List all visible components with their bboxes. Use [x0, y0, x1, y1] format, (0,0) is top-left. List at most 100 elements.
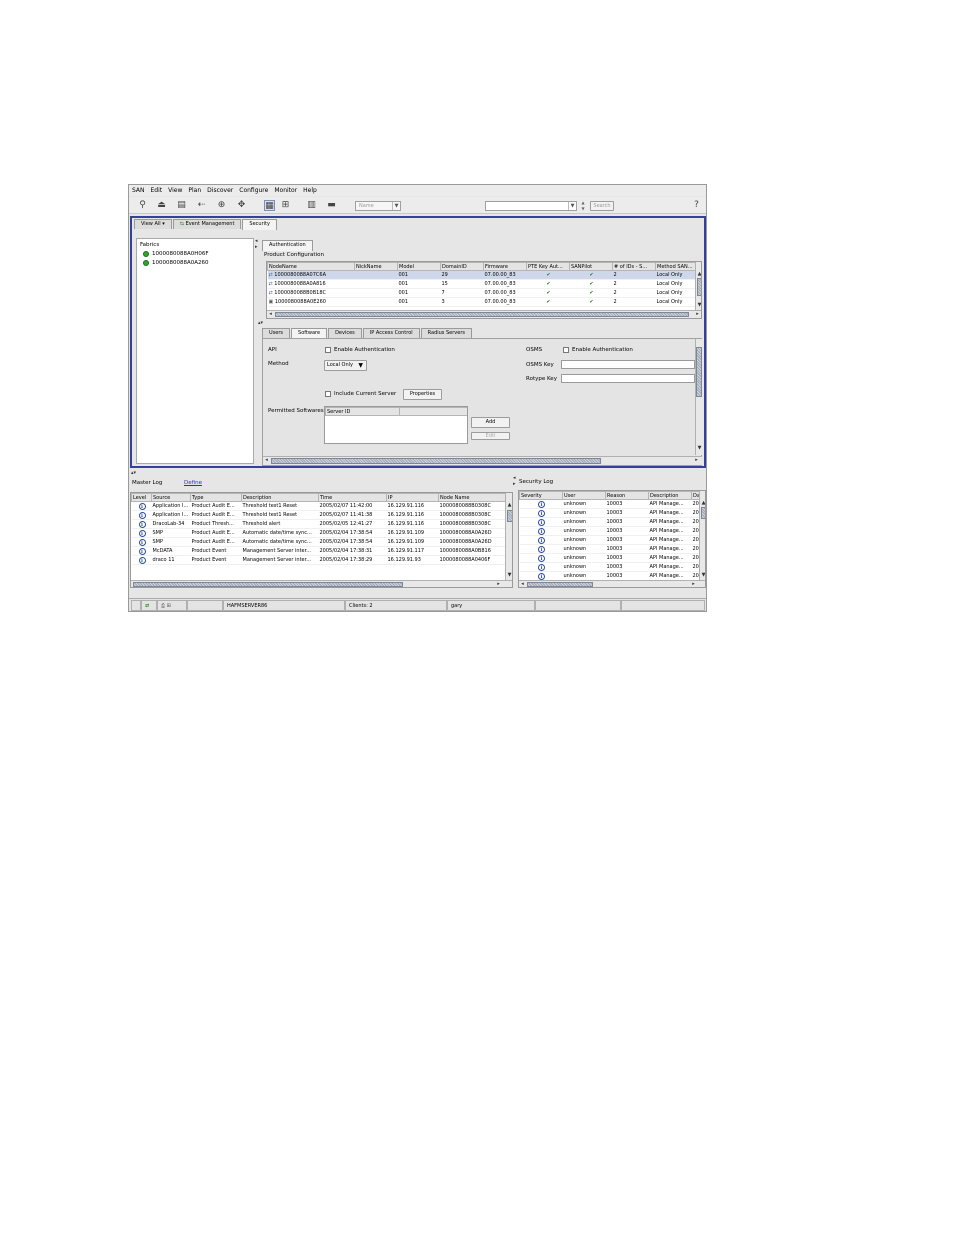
scrollbar-thumb[interactable] [696, 347, 702, 397]
properties-button[interactable]: Properties [403, 389, 442, 400]
table-row[interactable]: ⇄ 1000080088A0A816 001 15 07.00.00_83 ✔ … [267, 279, 696, 289]
menu-san[interactable]: SAN [132, 185, 145, 196]
column-header[interactable]: Description [241, 493, 319, 502]
table-row[interactable]: ▣ 1000080088A0E260 001 3 07.00.00_83 ✔ ✔… [267, 297, 696, 307]
vertical-scrollbar[interactable]: ▲ ▼ [505, 493, 512, 580]
search-input[interactable]: ▼ [485, 201, 577, 211]
table-row[interactable]: i unknown 10003 API Manage... 20 [519, 553, 700, 563]
horizontal-scrollbar[interactable]: ▸ [131, 580, 512, 587]
arrow-up-icon[interactable]: ▲ [506, 502, 512, 509]
table-row[interactable]: i SMP Product Audit E... Automatic date/… [131, 537, 507, 547]
column-header[interactable]: Method SAN... [655, 262, 696, 271]
column-header[interactable]: PTE Key Aut... [526, 262, 570, 271]
fabric-item[interactable]: 1000080088A0A260 [143, 260, 209, 266]
column-header[interactable]: DomainID [440, 262, 484, 271]
arrow-down-icon[interactable]: ▼ [696, 445, 703, 452]
tab-authentication[interactable]: Authentication [262, 240, 313, 251]
include-server-checkbox[interactable] [325, 391, 331, 397]
scrollbar-thumb[interactable] [527, 582, 593, 587]
column-header[interactable]: Firmware [483, 262, 527, 271]
add-button[interactable]: Add [471, 417, 510, 428]
table-row[interactable]: i DracoLab-34 Product Thresh... Threshol… [131, 519, 507, 529]
arrow-down-icon[interactable]: ▼ [700, 572, 705, 579]
column-header[interactable]: Reason [605, 491, 649, 500]
scrollbar-thumb[interactable] [507, 510, 512, 522]
tree-view-icon[interactable]: ⊞ [280, 200, 291, 211]
column-header[interactable]: Type [190, 493, 242, 502]
server-icon[interactable]: ▥ [306, 200, 317, 211]
arrow-right-icon[interactable]: ▸ [690, 581, 697, 587]
move-icon[interactable]: ✥ [236, 200, 247, 211]
horizontal-scrollbar[interactable]: ◂ ▸ [263, 456, 702, 465]
table-row[interactable]: i draco 11 Product Event Management Serv… [131, 555, 507, 565]
help-icon[interactable]: ? [691, 200, 702, 211]
menu-edit[interactable]: Edit [151, 185, 163, 196]
tab-security[interactable]: Security [242, 219, 277, 230]
zoom-icon[interactable]: ⊕ [216, 200, 227, 211]
search-button[interactable]: Search [590, 201, 614, 211]
api-enable-checkbox[interactable] [325, 347, 331, 353]
arrow-up-icon[interactable]: ▲ [700, 500, 705, 507]
osms-key-field[interactable] [561, 360, 695, 369]
tab-users[interactable]: Users [262, 328, 291, 338]
column-header[interactable]: Severity [519, 491, 563, 500]
table-row[interactable]: i unknown 10003 API Manage... 20 [519, 517, 700, 527]
arrow-left-icon[interactable]: ◂ [519, 581, 526, 587]
column-header[interactable]: SANPilot [569, 262, 613, 271]
arrow-down-icon[interactable]: ▼ [506, 572, 512, 579]
scrollbar-thumb[interactable] [271, 458, 601, 464]
rotype-key-field[interactable] [561, 374, 695, 383]
arrow-up-icon[interactable]: ▲ [696, 271, 701, 278]
device-icon[interactable]: ▬ [326, 200, 337, 211]
column-header[interactable]: User [562, 491, 606, 500]
scrollbar-thumb[interactable] [275, 312, 689, 317]
column-header[interactable]: Server ID [325, 407, 400, 416]
table-row[interactable]: i unknown 10003 API Manage... 20 [519, 499, 700, 509]
arrow-left-icon[interactable]: ◂ [263, 457, 270, 464]
table-row[interactable]: i unknown 10003 API Manage... 20 [519, 535, 700, 545]
table-view-icon[interactable]: ▦ [264, 200, 275, 211]
splitter-arrows-icon[interactable]: ◂ ▸ [513, 475, 516, 487]
table-row[interactable]: ⇄ 1000080088A07C6A 001 29 07.00.00_83 ✔ … [267, 270, 696, 280]
network-icon[interactable]: ⊞ [167, 603, 171, 609]
spinner-icon[interactable]: ▲ ▼ [580, 200, 586, 212]
discover-icon[interactable]: ⚲ [137, 200, 148, 211]
column-header[interactable]: NickName [354, 262, 398, 271]
menu-help[interactable]: Help [303, 185, 317, 196]
vertical-scrollbar[interactable]: ▲ ▼ [695, 262, 701, 310]
table-row[interactable]: i unknown 10003 API Manage... 20 [519, 526, 700, 536]
name-combo[interactable]: Name ▼ [355, 201, 401, 211]
method-select[interactable]: Local Only ▼ [324, 360, 367, 371]
table-row[interactable]: i unknown 10003 API Manage... 20 [519, 562, 700, 572]
arrow-right-icon[interactable]: ▸ [495, 581, 502, 587]
import-icon[interactable]: ⏏ [156, 200, 167, 211]
splitter-arrows-icon[interactable]: ▴▾ [258, 320, 263, 326]
scrollbar-thumb[interactable] [133, 582, 403, 587]
table-row[interactable]: ⇄ 1000080088B0B18C 001 7 07.00.00_83 ✔ ✔… [267, 288, 696, 298]
define-link[interactable]: Define [184, 480, 202, 486]
column-header[interactable]: Level [131, 493, 152, 502]
column-header[interactable]: Source [151, 493, 191, 502]
vertical-scrollbar[interactable]: ▼ [695, 339, 702, 455]
column-header[interactable]: Time [318, 493, 387, 502]
scrollbar-thumb[interactable] [701, 507, 705, 519]
horizontal-scrollbar[interactable]: ◂ ▸ [267, 310, 701, 318]
tab-radius-servers[interactable]: Radius Servers [420, 328, 472, 338]
printer-icon[interactable]: ⎙ [161, 603, 165, 609]
tab-view-all[interactable]: View All ▾ [134, 219, 172, 229]
tab-devices[interactable]: Devices [328, 328, 362, 338]
arrow-right-icon[interactable]: ▸ [693, 457, 700, 464]
splitter-arrows-icon[interactable]: ▴▾ [131, 470, 136, 476]
arrow-left-icon[interactable]: ◂ [267, 311, 274, 318]
column-header[interactable]: # of IDs - S... [612, 262, 656, 271]
column-header[interactable]: Description [648, 491, 692, 500]
scrollbar-thumb[interactable] [697, 278, 701, 296]
column-header[interactable]: NodeName [267, 262, 355, 271]
back-icon[interactable]: ⇠ [196, 200, 207, 211]
table-row[interactable]: i unknown 10003 API Manage... 20 [519, 508, 700, 518]
menu-monitor[interactable]: Monitor [274, 185, 297, 196]
tab-ip-access-control[interactable]: IP Access Control [362, 328, 420, 338]
edit-button[interactable]: Edit [471, 432, 510, 440]
document-icon[interactable]: ▤ [176, 200, 187, 211]
table-row[interactable]: i Application I... Product Audit E... Th… [131, 510, 507, 520]
